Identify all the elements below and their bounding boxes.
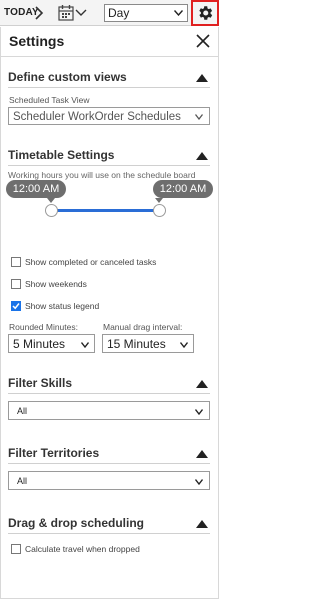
filter-skills-select[interactable]: All	[8, 401, 210, 420]
show-status-legend-checkbox[interactable]	[11, 301, 21, 311]
top-toolbar: TODAY Day	[0, 0, 219, 26]
divider	[8, 463, 210, 464]
checkmark-icon	[12, 303, 20, 310]
end-time-pointer	[155, 198, 163, 203]
scheduled-task-view-select[interactable]: Scheduler WorkOrder Schedules	[8, 107, 210, 125]
drag-interval-select[interactable]: 15 Minutes	[102, 334, 194, 353]
chevron-down-icon	[180, 342, 188, 348]
divider	[8, 165, 210, 166]
show-weekends-label: Show weekends	[25, 279, 87, 289]
drag-interval-value: 15 Minutes	[107, 337, 166, 351]
rounded-minutes-label: Rounded Minutes:	[9, 322, 78, 332]
chevron-down-icon[interactable]	[75, 8, 87, 18]
section-heading-custom-views[interactable]: Define custom views	[8, 70, 127, 84]
chevron-down-icon	[195, 479, 203, 485]
calculate-travel-checkbox[interactable]	[11, 544, 21, 554]
start-time-pointer	[47, 198, 55, 203]
divider	[8, 87, 210, 88]
collapse-caret-icon[interactable]	[196, 520, 208, 528]
section-heading-filter-territories[interactable]: Filter Territories	[8, 446, 99, 460]
chevron-down-icon	[195, 409, 203, 415]
start-time-handle[interactable]	[45, 204, 58, 217]
divider	[8, 393, 210, 394]
section-heading-filter-skills[interactable]: Filter Skills	[8, 376, 72, 390]
collapse-caret-icon[interactable]	[196, 152, 208, 160]
section-heading-timetable[interactable]: Timetable Settings	[8, 148, 114, 162]
close-icon[interactable]	[195, 33, 211, 49]
drag-interval-label: Manual drag interval:	[103, 322, 183, 332]
view-select[interactable]: Day	[104, 4, 188, 22]
chevron-down-icon	[195, 114, 203, 120]
section-heading-drag-drop[interactable]: Drag & drop scheduling	[8, 516, 144, 530]
calendar-icon[interactable]	[58, 4, 74, 22]
chevron-down-icon	[174, 10, 183, 16]
rounded-minutes-value: 5 Minutes	[13, 337, 66, 351]
panel-title: Settings	[9, 33, 65, 49]
scheduled-task-view-value: Scheduler WorkOrder Schedules	[13, 111, 181, 123]
show-completed-checkbox[interactable]	[11, 257, 21, 267]
collapse-caret-icon[interactable]	[196, 74, 208, 82]
end-time-handle[interactable]	[153, 204, 166, 217]
filter-territories-value: All	[17, 476, 28, 486]
show-completed-label: Show completed or canceled tasks	[25, 257, 157, 267]
divider	[8, 533, 210, 534]
settings-button[interactable]	[191, 0, 219, 26]
end-time-label: 12:00 AM	[153, 180, 213, 198]
show-status-legend-label: Show status legend	[25, 301, 100, 311]
filter-territories-select[interactable]: All	[8, 471, 210, 490]
view-select-value: Day	[108, 6, 130, 20]
working-hours-slider-track[interactable]	[52, 209, 160, 212]
calculate-travel-label: Calculate travel when dropped	[25, 544, 140, 554]
start-time-label: 12:00 AM	[6, 180, 66, 198]
chevron-down-icon	[81, 342, 89, 348]
collapse-caret-icon[interactable]	[196, 380, 208, 388]
chevron-right-icon[interactable]	[33, 5, 45, 21]
rounded-minutes-select[interactable]: 5 Minutes	[8, 334, 95, 353]
collapse-caret-icon[interactable]	[196, 450, 208, 458]
panel-header: Settings	[1, 27, 218, 57]
gear-icon	[199, 6, 213, 20]
show-weekends-checkbox[interactable]	[11, 279, 21, 289]
filter-skills-value: All	[17, 406, 28, 416]
scheduled-task-view-label: Scheduled Task View	[9, 95, 90, 105]
